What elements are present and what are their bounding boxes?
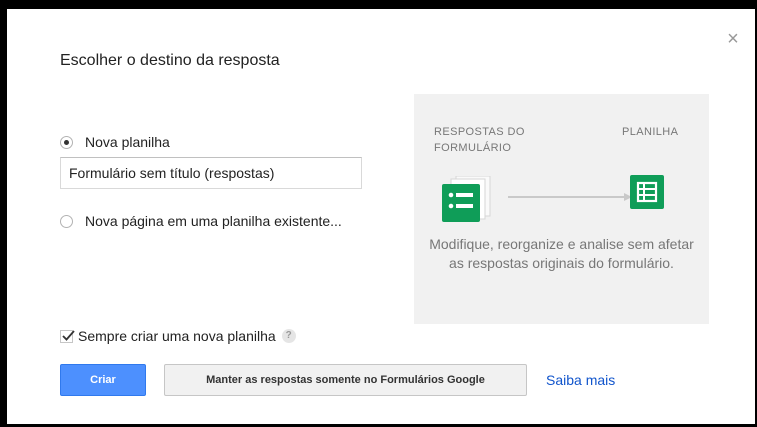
checkmark-icon — [62, 329, 75, 341]
info-panel: RESPOSTAS DO FORMULÁRIO PLANILHA Modifiq… — [414, 94, 709, 324]
existing-sheet-radio[interactable] — [60, 214, 73, 228]
help-icon[interactable]: ? — [281, 329, 296, 343]
new-sheet-radio[interactable] — [60, 135, 73, 149]
new-sheet-option[interactable]: Nova planilha — [60, 134, 170, 150]
dialog-title: Escolher o destino da resposta — [60, 52, 280, 69]
spreadsheet-icon — [630, 175, 664, 209]
spreadsheet-label: PLANILHA — [622, 126, 679, 138]
arrow-connector-icon — [508, 193, 632, 201]
keep-in-forms-button[interactable]: Manter as respostas somente no Formulári… — [164, 364, 527, 396]
sheet-name-input[interactable] — [60, 157, 362, 189]
response-destination-dialog: × Escolher o destino da resposta Nova pl… — [7, 9, 755, 424]
new-sheet-label: Nova planilha — [85, 134, 170, 150]
form-responses-icon — [442, 176, 491, 222]
existing-sheet-label: Nova página em uma planilha existente... — [85, 213, 342, 229]
form-responses-label: RESPOSTAS DO FORMULÁRIO — [434, 126, 525, 154]
always-create-option[interactable]: Sempre criar uma nova planilha ? — [60, 328, 296, 344]
create-button[interactable]: Criar — [60, 364, 146, 396]
info-description: Modifique, reorganize e analise sem afet… — [429, 236, 694, 271]
always-create-label: Sempre criar uma nova planilha — [78, 328, 276, 344]
existing-sheet-option[interactable]: Nova página em uma planilha existente... — [60, 213, 342, 229]
close-icon[interactable]: × — [723, 29, 743, 49]
learn-more-link[interactable]: Saiba mais — [546, 372, 615, 388]
always-create-checkbox[interactable] — [60, 329, 75, 343]
